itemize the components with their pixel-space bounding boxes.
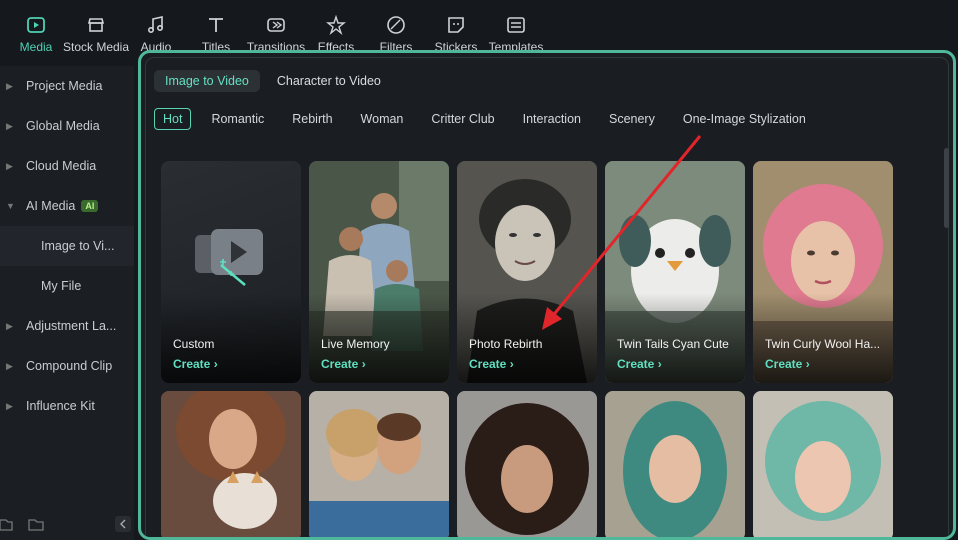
card-create-link[interactable]: Create › [321,357,366,371]
card-title: Live Memory [321,337,390,351]
template-card-row2-5[interactable] [753,391,893,537]
curly-hair-woman-thumbnail [457,391,597,537]
tab-image-to-video[interactable]: Image to Video [154,70,260,92]
template-card-row2-1[interactable] [161,391,301,537]
sidebar-item-compound-clip[interactable]: ▶ Compound Clip [0,346,134,386]
chevron-right-icon: › [509,357,514,371]
create-label: Create [765,357,803,371]
stickers-icon [445,14,467,36]
sidebar-footer [0,514,134,534]
chevron-right-icon: › [657,357,662,371]
card-title: Custom [173,337,215,351]
category-critter-club[interactable]: Critter Club [431,108,494,130]
template-card-twin-curly-wool-hair[interactable]: Twin Curly Wool Ha... Create › [753,161,893,383]
sidebar-item-label: Project Media [26,79,103,93]
category-one-image-stylization[interactable]: One-Image Stylization [683,108,806,130]
toolbar-media-label: Media [19,40,53,54]
category-hot[interactable]: Hot [154,108,192,130]
panel-tabs: Image to Video Character to Video [154,70,392,92]
chevron-right-icon: ▶ [6,320,13,331]
transitions-icon [265,14,287,36]
card-create-link[interactable]: Create › [765,357,810,371]
category-romantic[interactable]: Romantic [211,108,264,130]
create-label: Create [173,357,211,371]
chevron-right-icon: ▶ [6,360,13,371]
sidebar-item-global-media[interactable]: ▶ Global Media [0,106,134,146]
audio-icon [145,14,167,36]
collapse-sidebar-icon[interactable] [115,516,131,532]
sidebar-item-label: My File [41,279,82,293]
panel-scrollbar[interactable] [944,148,949,228]
templates-icon [505,14,527,36]
chevron-right-icon: ▶ [6,80,13,91]
chevron-right-icon: ▶ [6,120,13,131]
category-rebirth[interactable]: Rebirth [292,108,332,130]
tab-character-to-video[interactable]: Character to Video [266,70,392,92]
effects-icon [325,14,347,36]
sidebar-item-label: Global Media [26,119,100,133]
create-label: Create [617,357,655,371]
chevron-right-icon: ▶ [6,160,13,171]
category-scenery[interactable]: Scenery [609,108,655,130]
sidebar-item-label: Image to Vi... [41,239,115,253]
sidebar-item-label: Influence Kit [26,399,95,413]
template-card-row2-4[interactable] [605,391,745,537]
card-create-link[interactable]: Create › [469,357,514,371]
new-folder-icon[interactable] [0,519,13,531]
woman-with-cat-thumbnail [161,391,301,537]
media-icon [25,14,47,36]
template-card-custom[interactable]: Custom Create › [161,161,301,383]
ai-image-to-video-panel: Image to Video Character to Video Hot Ro… [138,50,956,540]
card-create-link[interactable]: Create › [617,357,662,371]
sidebar-item-cloud-media[interactable]: ▶ Cloud Media [0,146,134,186]
card-title: Twin Curly Wool Ha... [765,337,881,351]
sidebar-item-ai-media[interactable]: ▼ AI Media AI [0,186,134,226]
category-interaction[interactable]: Interaction [523,108,581,130]
toolbar-media[interactable]: Media [6,0,66,58]
create-label: Create [469,357,507,371]
titles-icon [205,14,227,36]
create-label: Create [321,357,359,371]
card-title: Photo Rebirth [469,337,543,351]
sidebar-item-label: Compound Clip [26,359,113,373]
sidebar-item-ai-media-text: AI Media AI [26,199,99,213]
sidebar-item-label: Cloud Media [26,159,97,173]
template-card-twin-tails-cyan-cute[interactable]: Twin Tails Cyan Cute Create › [605,161,745,383]
category-woman[interactable]: Woman [361,108,404,130]
app-window: Media Stock Media Audio Titles Transitio… [0,0,958,540]
chevron-down-icon: ▼ [6,201,15,211]
chevron-right-icon: ▶ [6,400,13,411]
toolbar-stock-media-label: Stock Media [62,40,130,54]
green-hair-woman-thumbnail [605,391,745,537]
media-sidebar: ▶ Project Media ▶ Global Media ▶ Cloud M… [0,66,134,540]
template-card-photo-rebirth[interactable]: Photo Rebirth Create › [457,161,597,383]
mint-hair-woman-thumbnail [753,391,893,537]
card-title: Twin Tails Cyan Cute [617,337,729,351]
toolbar-stock-media[interactable]: Stock Media [62,0,130,58]
card-create-link[interactable]: Create › [173,357,218,371]
sidebar-item-label: AI Media [26,199,76,213]
sidebar-item-my-file[interactable]: My File [0,266,134,306]
filters-icon [385,14,407,36]
sidebar-item-adjustment-layer[interactable]: ▶ Adjustment La... [0,306,134,346]
category-filter-bar: Hot Romantic Rebirth Woman Critter Club … [154,108,834,130]
chevron-right-icon: › [361,357,366,371]
template-card-row2-3[interactable] [457,391,597,537]
ai-badge: AI [81,200,99,212]
template-card-row2-2[interactable] [309,391,449,537]
chevron-right-icon: › [213,357,218,371]
sidebar-item-project-media[interactable]: ▶ Project Media [0,66,134,106]
sidebar-item-influence-kit[interactable]: ▶ Influence Kit [0,386,134,426]
chevron-right-icon: › [805,357,810,371]
folder-icon[interactable] [28,519,44,531]
template-card-live-memory[interactable]: Live Memory Create › [309,161,449,383]
couple-thumbnail [309,391,449,537]
sidebar-item-label: Adjustment La... [26,319,117,333]
sidebar-item-image-to-video[interactable]: Image to Vi... [0,226,134,266]
stock-media-icon [85,14,107,36]
